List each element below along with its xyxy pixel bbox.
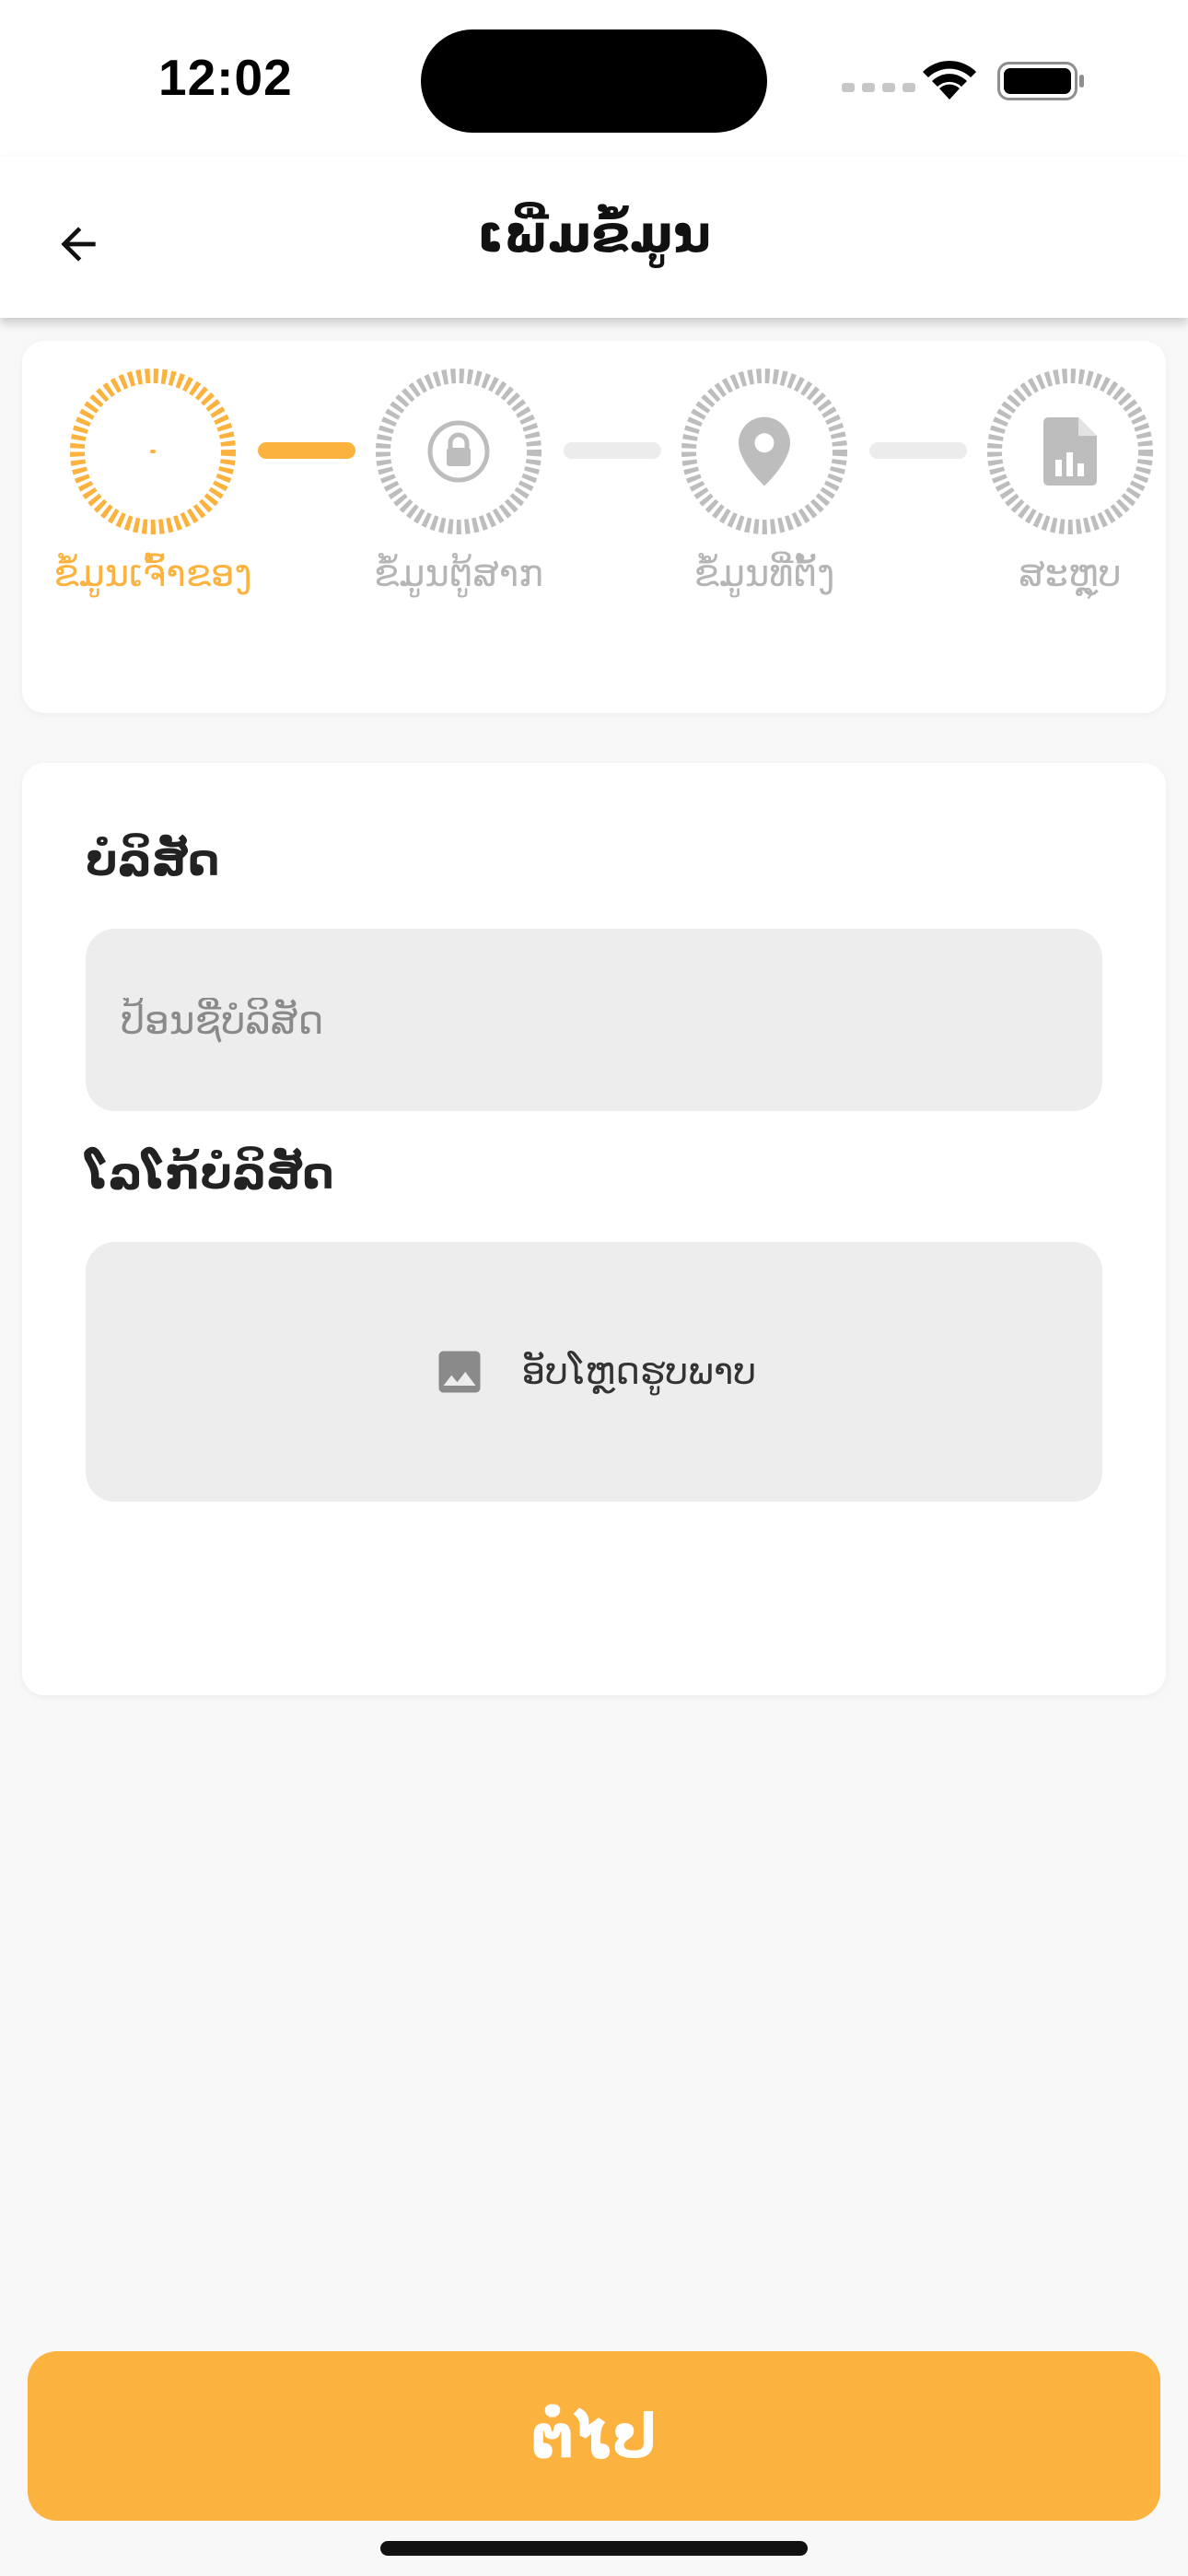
step-label-summary: ສະຫຼຸບ (1019, 553, 1122, 595)
step-connector-1 (258, 442, 355, 459)
company-logo-label: ໂລໂກ້ບໍລິສັດ (86, 1148, 334, 1200)
location-pin-icon (739, 416, 790, 486)
company-form-card (22, 763, 1166, 1695)
wifi-icon (919, 55, 980, 105)
dynamic-island (421, 29, 767, 133)
app-bar: ເພີ່ມຂໍ້ມູນ (0, 157, 1188, 318)
battery-icon (997, 62, 1086, 104)
status-bar: 12:02 (0, 0, 1188, 157)
company-label: ບໍລິສັດ (86, 835, 220, 886)
image-icon (438, 1351, 481, 1393)
home-indicator (380, 2541, 808, 2556)
status-time: 12:02 (158, 49, 293, 106)
step-label-owner-info: ຂໍ້ມູນເຈົ້າຂອງ (53, 553, 252, 595)
report-file-icon (1043, 417, 1097, 486)
step-charger-info[interactable] (376, 369, 542, 534)
upload-label: ອັບໂຫຼດຮູບພາບ (521, 1351, 757, 1393)
step-label-charger-info: ຂໍ້ມູນຕູ້ສາກ (374, 553, 543, 595)
step-connector-3 (869, 442, 967, 459)
step-label-location-info: ຂໍ້ມູນທີ່ຕັ້ງ (693, 553, 835, 595)
next-button[interactable]: ຕໍ່ໄປ (28, 2351, 1160, 2521)
upload-logo-button[interactable]: ອັບໂຫຼດຮູບພາບ (86, 1242, 1102, 1502)
step-connector-2 (564, 442, 661, 459)
loading-dot-icon (150, 450, 156, 453)
cellular-signal-icon (842, 83, 915, 92)
step-owner-info[interactable] (70, 369, 236, 534)
company-name-input[interactable] (86, 929, 1102, 1111)
lock-icon (425, 418, 492, 485)
step-summary[interactable] (987, 369, 1153, 534)
page-title: ເພີ່ມຂໍ້ມູນ (477, 205, 711, 264)
step-location-info[interactable] (681, 369, 847, 534)
